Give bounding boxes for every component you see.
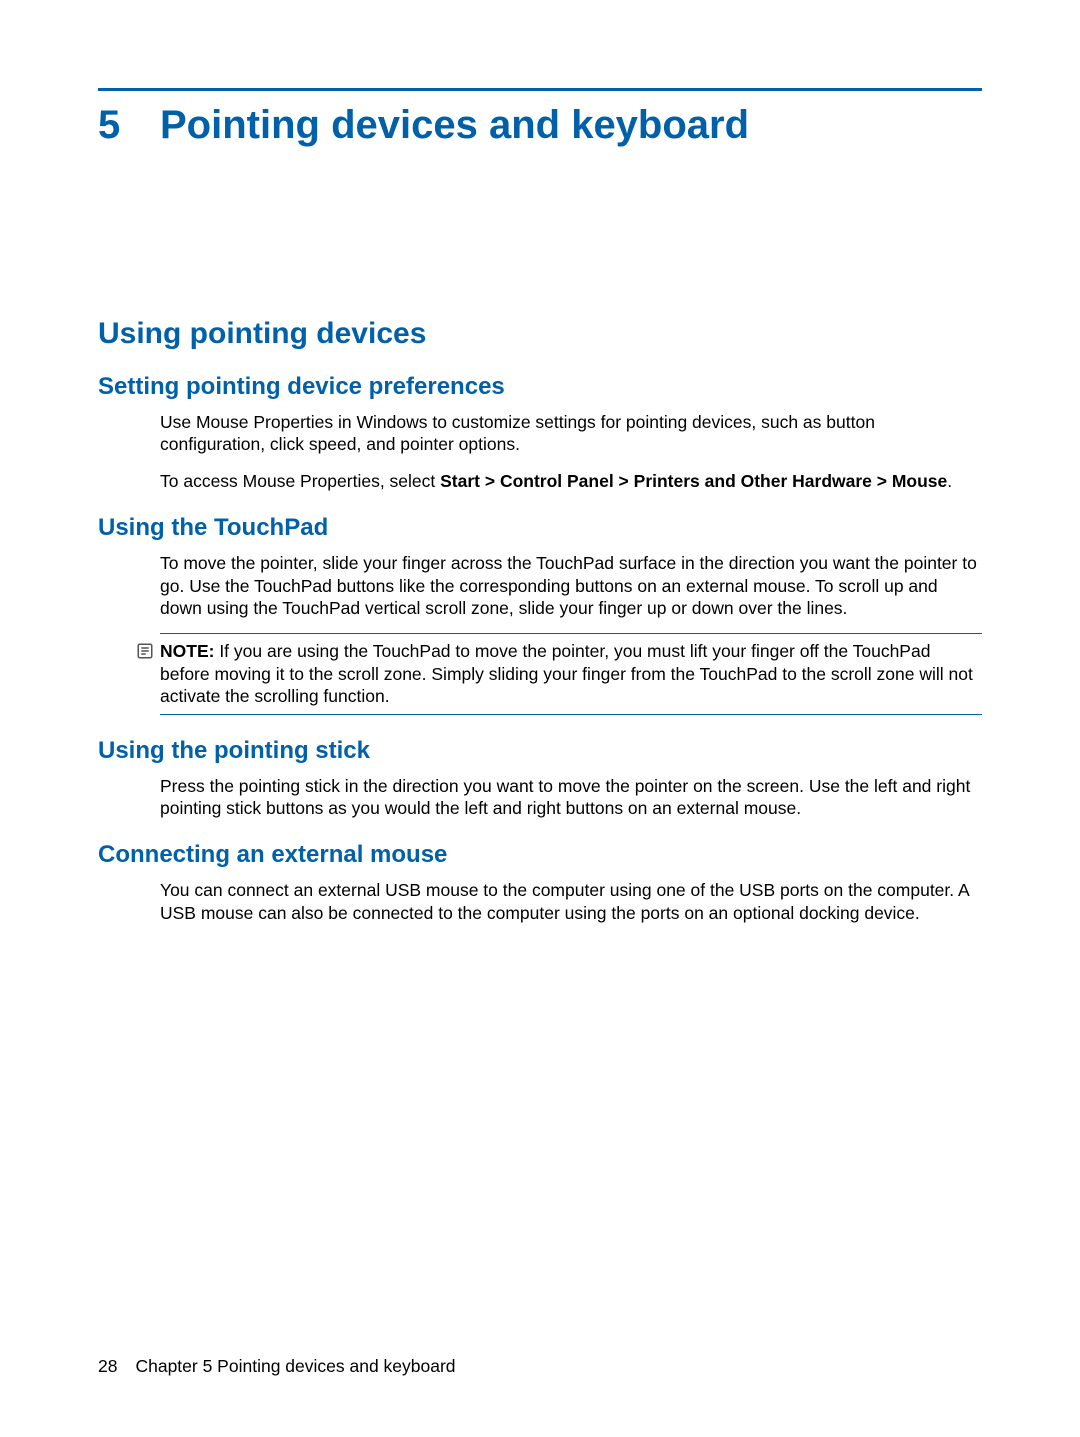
note-icon bbox=[136, 640, 160, 664]
paragraph: Use Mouse Properties in Windows to custo… bbox=[160, 411, 982, 456]
note-label: NOTE: bbox=[160, 641, 214, 661]
subheading-external-mouse: Connecting an external mouse bbox=[98, 841, 982, 869]
chapter-heading: 5 Pointing devices and keyboard bbox=[98, 103, 982, 147]
chapter-title: Pointing devices and keyboard bbox=[160, 103, 749, 147]
paragraph: To access Mouse Properties, select Start… bbox=[160, 470, 982, 492]
document-page: 5 Pointing devices and keyboard Using po… bbox=[0, 0, 1080, 1437]
note-body: If you are using the TouchPad to move th… bbox=[160, 641, 973, 706]
chapter-number: 5 bbox=[98, 103, 160, 147]
note-rule bbox=[160, 714, 982, 715]
footer-text: Chapter 5 Pointing devices and keyboard bbox=[135, 1356, 455, 1376]
subheading-preferences: Setting pointing device preferences bbox=[98, 373, 982, 401]
page-number: 28 bbox=[98, 1356, 117, 1376]
paragraph: You can connect an external USB mouse to… bbox=[160, 879, 982, 924]
subheading-pointing-stick: Using the pointing stick bbox=[98, 737, 982, 765]
page-footer: 28 Chapter 5 Pointing devices and keyboar… bbox=[98, 1356, 456, 1377]
menu-path-bold: Start > Control Panel > Printers and Oth… bbox=[440, 471, 947, 491]
paragraph: Press the pointing stick in the directio… bbox=[160, 775, 982, 820]
note-block: NOTE: If you are using the TouchPad to m… bbox=[136, 633, 982, 714]
section-heading-1: Using pointing devices bbox=[98, 317, 982, 351]
note-text: NOTE: If you are using the TouchPad to m… bbox=[160, 640, 982, 707]
chapter-rule bbox=[98, 88, 982, 91]
text-run: . bbox=[947, 471, 952, 491]
paragraph: To move the pointer, slide your finger a… bbox=[160, 552, 982, 619]
note-content: NOTE: If you are using the TouchPad to m… bbox=[136, 634, 982, 713]
text-run: To access Mouse Properties, select bbox=[160, 471, 440, 491]
subheading-touchpad: Using the TouchPad bbox=[98, 514, 982, 542]
